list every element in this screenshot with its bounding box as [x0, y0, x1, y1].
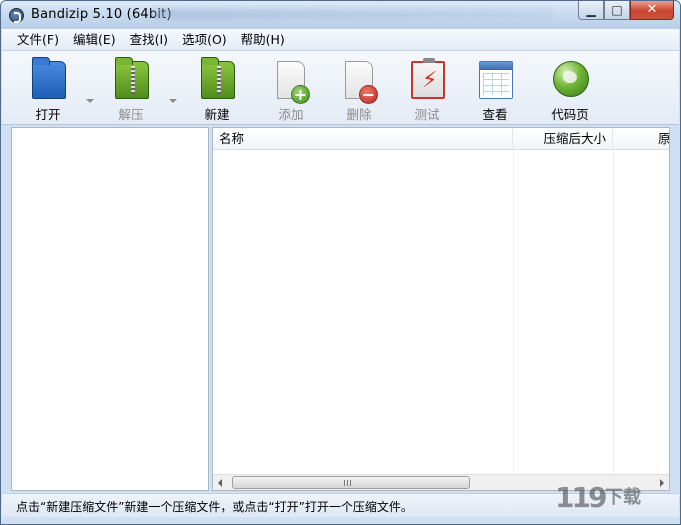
extract-button[interactable]: 解压 [99, 57, 163, 122]
new-archive-icon [201, 57, 235, 99]
toolbar: 打开 解压 新建 + 添加 − 删除 ⚡ 测试 查看 代码页 [2, 51, 679, 125]
test-label: 测试 [414, 107, 440, 122]
folder-open-icon [32, 57, 66, 99]
maximize-button[interactable]: □ [604, 1, 630, 20]
extract-dropdown-arrow[interactable] [169, 99, 177, 103]
column-divider [613, 150, 614, 474]
column-header-name[interactable]: 名称 [213, 128, 513, 150]
new-archive-button[interactable]: 新建 [185, 57, 249, 122]
close-button[interactable]: ✕ [630, 1, 674, 20]
delete-button[interactable]: − 删除 [327, 57, 391, 122]
column-header-original-size[interactable]: 原 [613, 128, 669, 150]
new-label: 新建 [204, 107, 230, 122]
column-header-compressed-size[interactable]: 压缩后大小 [513, 128, 613, 150]
watermark-logo: 119 下载 [555, 481, 641, 514]
window-title: Bandizip 5.10 (64bit) [31, 7, 172, 22]
globe-icon [553, 61, 589, 97]
app-window: Bandizip 5.10 (64bit) ▁ □ ✕ 文件(F) 编辑(E) … [0, 0, 681, 525]
delete-label: 删除 [346, 107, 372, 122]
folder-tree-pane[interactable] [11, 127, 209, 491]
test-button[interactable]: ⚡ 测试 [395, 57, 459, 122]
grip-icon [344, 480, 352, 486]
file-list-pane[interactable]: 名称 压缩后大小 原 [212, 127, 670, 491]
minimize-icon: ▁ [586, 3, 596, 17]
window-controls: ▁ □ ✕ [578, 1, 674, 20]
menu-bar: 文件(F) 编辑(E) 查找(I) 选项(O) 帮助(H) [2, 29, 679, 51]
add-file-icon: + [277, 61, 310, 104]
add-label: 添加 [278, 107, 304, 122]
title-blur-decoration [153, 9, 553, 19]
status-text: 点击“新建压缩文件”新建一个压缩文件，或点击“打开”打开一个压缩文件。 [16, 500, 413, 514]
menu-file[interactable]: 文件(F) [10, 30, 66, 50]
menu-help[interactable]: 帮助(H) [234, 30, 292, 50]
extract-label: 解压 [118, 107, 144, 122]
bandizip-app-icon[interactable] [9, 8, 24, 23]
maximize-icon: □ [611, 3, 623, 17]
close-icon: ✕ [646, 2, 658, 17]
test-archive-icon: ⚡ [411, 58, 445, 99]
open-label: 打开 [35, 107, 61, 122]
delete-file-icon: − [345, 61, 378, 104]
menu-options[interactable]: 选项(O) [175, 30, 234, 50]
scrollbar-thumb[interactable] [232, 476, 470, 489]
view-button[interactable]: 查看 [463, 57, 527, 122]
codepage-button[interactable]: 代码页 [538, 57, 602, 122]
open-button[interactable]: 打开 [16, 57, 80, 122]
view-layout-icon [479, 61, 513, 99]
menu-edit[interactable]: 编辑(E) [66, 30, 123, 50]
add-button[interactable]: + 添加 [259, 57, 323, 122]
open-dropdown-arrow[interactable] [86, 99, 94, 103]
view-label: 查看 [482, 107, 508, 122]
title-bar[interactable]: Bandizip 5.10 (64bit) ▁ □ ✕ [1, 1, 680, 29]
codepage-label: 代码页 [551, 107, 589, 122]
menu-find[interactable]: 查找(I) [123, 30, 175, 50]
extract-folder-icon [115, 57, 149, 99]
scroll-left-icon[interactable] [218, 479, 222, 487]
list-header: 名称 压缩后大小 原 [213, 128, 669, 150]
column-divider [513, 150, 514, 474]
status-bar: 点击“新建压缩文件”新建一个压缩文件，或点击“打开”打开一个压缩文件。 119 … [2, 481, 679, 517]
minimize-button[interactable]: ▁ [578, 1, 604, 20]
